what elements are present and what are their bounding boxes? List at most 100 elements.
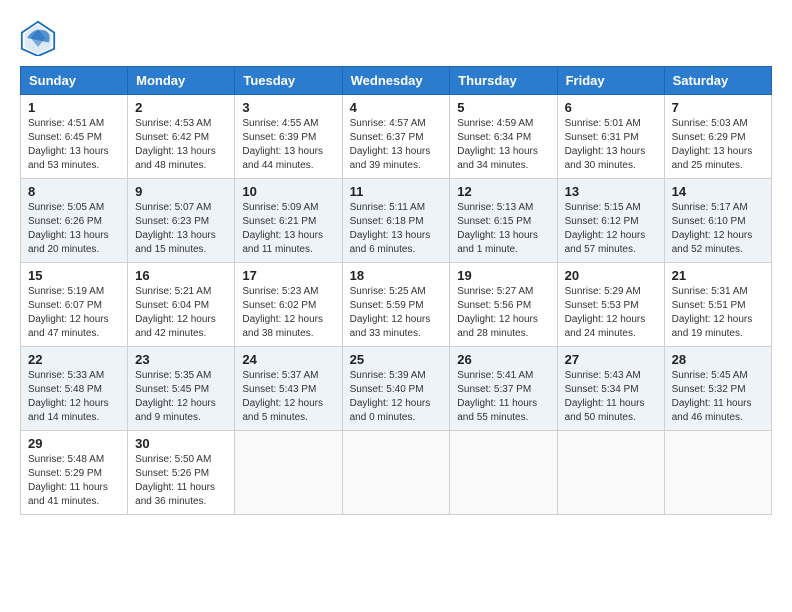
logo-icon: [20, 20, 56, 56]
calendar-week-row: 22 Sunrise: 5:33 AMSunset: 5:48 PMDayligh…: [21, 347, 772, 431]
calendar-cell: 12 Sunrise: 5:13 AMSunset: 6:15 PMDayligh…: [450, 179, 557, 263]
day-info: Sunrise: 5:50 AMSunset: 5:26 PMDaylight:…: [135, 454, 215, 507]
day-info: Sunrise: 5:19 AMSunset: 6:07 PMDaylight:…: [28, 286, 109, 339]
day-number: 3: [242, 100, 334, 115]
day-number: 24: [242, 352, 334, 367]
day-number: 30: [135, 436, 227, 451]
calendar-cell: 27 Sunrise: 5:43 AMSunset: 5:34 PMDayligh…: [557, 347, 664, 431]
day-info: Sunrise: 5:13 AMSunset: 6:15 PMDaylight:…: [457, 202, 538, 255]
day-number: 8: [28, 184, 120, 199]
calendar-cell: 14Sunrise: 5:17 AMSunset: 6:10 PMDayligh…: [664, 179, 771, 263]
day-number: 26: [457, 352, 549, 367]
day-info: Sunrise: 5:37 AMSunset: 5:43 PMDaylight:…: [242, 370, 323, 423]
day-number: 29: [28, 436, 120, 451]
calendar-cell: 10 Sunrise: 5:09 AMSunset: 6:21 PMDayligh…: [235, 179, 342, 263]
calendar-cell: 25 Sunrise: 5:39 AMSunset: 5:40 PMDayligh…: [342, 347, 450, 431]
day-number: 16: [135, 268, 227, 283]
day-info: Sunrise: 4:51 AMSunset: 6:45 PMDaylight:…: [28, 118, 109, 171]
weekday-header: Monday: [128, 67, 235, 95]
day-info: Sunrise: 5:23 AMSunset: 6:02 PMDaylight:…: [242, 286, 323, 339]
day-info: Sunrise: 5:43 AMSunset: 5:34 PMDaylight:…: [565, 370, 645, 423]
calendar-cell: 13 Sunrise: 5:15 AMSunset: 6:12 PMDayligh…: [557, 179, 664, 263]
calendar-cell: 23 Sunrise: 5:35 AMSunset: 5:45 PMDayligh…: [128, 347, 235, 431]
calendar-week-row: 8 Sunrise: 5:05 AMSunset: 6:26 PMDaylight…: [21, 179, 772, 263]
day-info: Sunrise: 5:11 AMSunset: 6:18 PMDaylight:…: [350, 202, 431, 255]
calendar-cell: 4 Sunrise: 4:57 AMSunset: 6:37 PMDaylight…: [342, 95, 450, 179]
weekday-header: Sunday: [21, 67, 128, 95]
day-info: Sunrise: 5:27 AMSunset: 5:56 PMDaylight:…: [457, 286, 538, 339]
day-info: Sunrise: 4:55 AMSunset: 6:39 PMDaylight:…: [242, 118, 323, 171]
day-number: 27: [565, 352, 657, 367]
calendar-cell: 1 Sunrise: 4:51 AMSunset: 6:45 PMDaylight…: [21, 95, 128, 179]
day-info: Sunrise: 5:21 AMSunset: 6:04 PMDaylight:…: [135, 286, 216, 339]
day-info: Sunrise: 5:35 AMSunset: 5:45 PMDaylight:…: [135, 370, 216, 423]
day-number: 19: [457, 268, 549, 283]
calendar-cell: 16 Sunrise: 5:21 AMSunset: 6:04 PMDayligh…: [128, 263, 235, 347]
weekday-header-row: SundayMondayTuesdayWednesdayThursdayFrid…: [21, 67, 772, 95]
calendar-cell: 19 Sunrise: 5:27 AMSunset: 5:56 PMDayligh…: [450, 263, 557, 347]
day-number: 23: [135, 352, 227, 367]
calendar-cell: 30 Sunrise: 5:50 AMSunset: 5:26 PMDayligh…: [128, 431, 235, 515]
calendar-cell: 5Sunrise: 4:59 AMSunset: 6:34 PMDaylight…: [450, 95, 557, 179]
day-number: 7: [672, 100, 764, 115]
weekday-header: Saturday: [664, 67, 771, 95]
day-number: 15: [28, 268, 120, 283]
calendar-week-row: 29 Sunrise: 5:48 AMSunset: 5:29 PMDayligh…: [21, 431, 772, 515]
day-number: 10: [242, 184, 334, 199]
weekday-header: Friday: [557, 67, 664, 95]
day-number: 28: [672, 352, 764, 367]
day-number: 17: [242, 268, 334, 283]
day-info: Sunrise: 5:07 AMSunset: 6:23 PMDaylight:…: [135, 202, 216, 255]
calendar-cell: 3 Sunrise: 4:55 AMSunset: 6:39 PMDaylight…: [235, 95, 342, 179]
page-header: [20, 20, 772, 56]
day-number: 1: [28, 100, 120, 115]
calendar-cell: 28 Sunrise: 5:45 AMSunset: 5:32 PMDayligh…: [664, 347, 771, 431]
day-number: 11: [350, 184, 443, 199]
calendar-cell: [664, 431, 771, 515]
calendar-cell: 24 Sunrise: 5:37 AMSunset: 5:43 PMDayligh…: [235, 347, 342, 431]
day-info: Sunrise: 4:57 AMSunset: 6:37 PMDaylight:…: [350, 118, 431, 171]
day-info: Sunrise: 4:53 AMSunset: 6:42 PMDaylight:…: [135, 118, 216, 171]
calendar-cell: 7Sunrise: 5:03 AMSunset: 6:29 PMDaylight…: [664, 95, 771, 179]
day-number: 25: [350, 352, 443, 367]
calendar-cell: 18Sunrise: 5:25 AMSunset: 5:59 PMDayligh…: [342, 263, 450, 347]
calendar-cell: 2 Sunrise: 4:53 AMSunset: 6:42 PMDaylight…: [128, 95, 235, 179]
day-number: 2: [135, 100, 227, 115]
day-number: 13: [565, 184, 657, 199]
calendar-cell: 26 Sunrise: 5:41 AMSunset: 5:37 PMDayligh…: [450, 347, 557, 431]
day-info: Sunrise: 5:31 AMSunset: 5:51 PMDaylight:…: [672, 286, 753, 339]
calendar-cell: 15 Sunrise: 5:19 AMSunset: 6:07 PMDayligh…: [21, 263, 128, 347]
day-info: Sunrise: 5:05 AMSunset: 6:26 PMDaylight:…: [28, 202, 109, 255]
weekday-header: Tuesday: [235, 67, 342, 95]
day-info: Sunrise: 5:09 AMSunset: 6:21 PMDaylight:…: [242, 202, 323, 255]
calendar-cell: 22 Sunrise: 5:33 AMSunset: 5:48 PMDayligh…: [21, 347, 128, 431]
calendar-cell: 9 Sunrise: 5:07 AMSunset: 6:23 PMDaylight…: [128, 179, 235, 263]
logo: [20, 20, 62, 56]
day-number: 21: [672, 268, 764, 283]
day-info: Sunrise: 5:45 AMSunset: 5:32 PMDaylight:…: [672, 370, 752, 423]
calendar-cell: 17 Sunrise: 5:23 AMSunset: 6:02 PMDayligh…: [235, 263, 342, 347]
day-info: Sunrise: 5:29 AMSunset: 5:53 PMDaylight:…: [565, 286, 646, 339]
day-number: 6: [565, 100, 657, 115]
day-info: Sunrise: 5:33 AMSunset: 5:48 PMDaylight:…: [28, 370, 109, 423]
calendar-week-row: 1 Sunrise: 4:51 AMSunset: 6:45 PMDaylight…: [21, 95, 772, 179]
day-info: Sunrise: 5:01 AMSunset: 6:31 PMDaylight:…: [565, 118, 646, 171]
calendar-week-row: 15 Sunrise: 5:19 AMSunset: 6:07 PMDayligh…: [21, 263, 772, 347]
day-info: Sunrise: 5:25 AMSunset: 5:59 PMDaylight:…: [350, 286, 431, 339]
calendar-cell: 6 Sunrise: 5:01 AMSunset: 6:31 PMDaylight…: [557, 95, 664, 179]
day-info: Sunrise: 5:48 AMSunset: 5:29 PMDaylight:…: [28, 454, 108, 507]
day-info: Sunrise: 5:15 AMSunset: 6:12 PMDaylight:…: [565, 202, 646, 255]
day-number: 22: [28, 352, 120, 367]
weekday-header: Wednesday: [342, 67, 450, 95]
calendar-cell: [557, 431, 664, 515]
day-number: 4: [350, 100, 443, 115]
calendar-table: SundayMondayTuesdayWednesdayThursdayFrid…: [20, 66, 772, 515]
day-info: Sunrise: 5:39 AMSunset: 5:40 PMDaylight:…: [350, 370, 431, 423]
day-number: 9: [135, 184, 227, 199]
day-info: Sunrise: 5:41 AMSunset: 5:37 PMDaylight:…: [457, 370, 537, 423]
calendar-cell: [342, 431, 450, 515]
day-number: 5: [457, 100, 549, 115]
day-number: 12: [457, 184, 549, 199]
day-info: Sunrise: 5:17 AMSunset: 6:10 PMDaylight:…: [672, 202, 753, 255]
weekday-header: Thursday: [450, 67, 557, 95]
